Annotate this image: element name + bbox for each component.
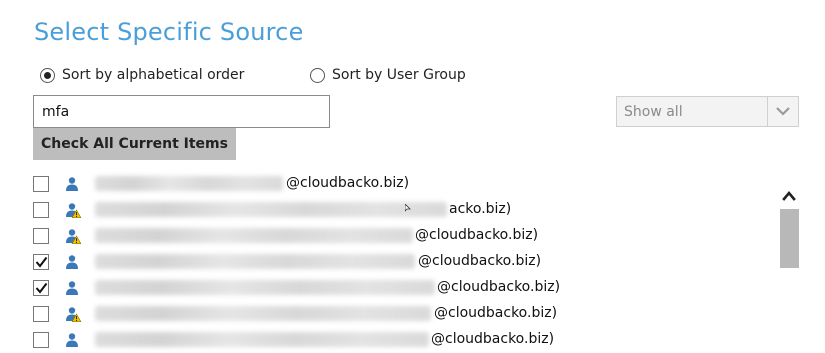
item-email-suffix: @cloudbacko.biz): [415, 227, 539, 243]
item-checkbox[interactable]: [33, 332, 49, 348]
user-warning-icon: [65, 228, 82, 245]
redacted-name: [95, 228, 413, 243]
user-icon: [65, 280, 81, 296]
radio-dot: [44, 71, 51, 79]
item-email-suffix: @cloudbacko.biz): [431, 331, 555, 347]
radio-button-selected[interactable]: [40, 67, 55, 83]
item-checkbox[interactable]: [33, 306, 49, 322]
item-checkbox-checked[interactable]: [33, 280, 49, 296]
chevron-down-icon[interactable]: [768, 107, 798, 116]
item-email-suffix: @cloudbacko.biz): [418, 253, 542, 269]
redacted-name: [95, 306, 431, 321]
filter-dropdown[interactable]: Show all: [616, 96, 799, 127]
item-email-suffix: @cloudbacko.biz): [286, 175, 410, 191]
user-icon: [65, 332, 81, 348]
redacted-name: [95, 254, 415, 269]
sort-user-group-option[interactable]: Sort by User Group: [310, 67, 466, 83]
redacted-name: [95, 332, 429, 347]
check-all-current-items-button[interactable]: Check All Current Items: [33, 128, 236, 160]
item-email-suffix: acko.biz): [449, 201, 512, 217]
list-item[interactable]: @cloudbacko.biz): [33, 327, 593, 353]
user-warning-icon: [65, 202, 82, 219]
user-icon: [65, 254, 81, 270]
list-item[interactable]: @cloudbacko.biz): [33, 249, 593, 275]
user-icon: [65, 176, 81, 192]
redacted-name: [95, 280, 435, 295]
list-item[interactable]: acko.biz): [33, 197, 593, 223]
item-checkbox[interactable]: [33, 228, 49, 244]
item-checkbox[interactable]: [33, 202, 49, 218]
redacted-name: [95, 176, 283, 191]
mouse-cursor-icon: [404, 197, 411, 212]
filter-selected-value: Show all: [624, 103, 683, 120]
list-item[interactable]: @cloudbacko.biz): [33, 275, 593, 301]
sort-user-group-label: Sort by User Group: [332, 67, 466, 83]
list-item[interactable]: @cloudbacko.biz): [33, 301, 593, 327]
scrollbar-thumb[interactable]: [780, 209, 799, 268]
item-email-suffix: @cloudbacko.biz): [437, 279, 561, 295]
user-warning-icon: [65, 306, 82, 323]
sort-alphabetical-option[interactable]: Sort by alphabetical order: [40, 67, 244, 83]
search-input[interactable]: [33, 95, 330, 128]
item-email-suffix: @cloudbacko.biz): [434, 305, 558, 321]
sort-alphabetical-label: Sort by alphabetical order: [62, 67, 245, 83]
page-title: Select Specific Source: [34, 18, 304, 46]
radio-button[interactable]: [310, 67, 325, 83]
item-checkbox[interactable]: [33, 176, 49, 192]
list-item[interactable]: @cloudbacko.biz): [33, 171, 593, 197]
redacted-name: [95, 202, 447, 217]
item-checkbox-checked[interactable]: [33, 254, 49, 270]
scroll-up-icon[interactable]: [781, 188, 797, 202]
list-item[interactable]: @cloudbacko.biz): [33, 223, 593, 249]
